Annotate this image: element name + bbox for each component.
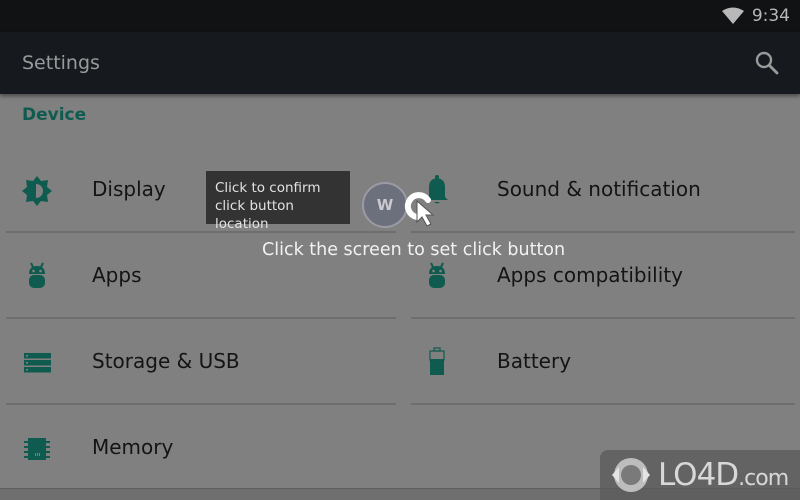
page-title: Settings xyxy=(22,52,100,74)
settings-item-label: Apps compatibility xyxy=(497,263,683,287)
search-icon[interactable] xyxy=(754,50,780,76)
lo4d-logo-icon xyxy=(612,458,650,492)
instruction-text: Click the screen to set click button xyxy=(262,240,566,260)
battery-icon xyxy=(429,347,445,375)
storage-icon xyxy=(24,353,51,373)
android-icon xyxy=(29,262,45,288)
settings-item-memory[interactable]: Memory xyxy=(0,405,396,491)
settings-item-sound-notification[interactable]: Sound & notification xyxy=(405,147,795,233)
watermark: LO4D.com xyxy=(600,450,800,500)
memory-chip-icon xyxy=(24,438,50,460)
clock: 9:34 xyxy=(751,6,790,26)
settings-item-label: Storage & USB xyxy=(92,349,240,373)
app-bar: Settings xyxy=(0,32,800,94)
confirm-tooltip: Click to confirm click button location xyxy=(206,171,350,232)
status-bar: 9:34 xyxy=(0,0,800,32)
status-indicators: 9:34 xyxy=(721,6,790,26)
brightness-icon xyxy=(22,176,52,206)
wifi-icon xyxy=(721,7,744,24)
click-cursor-icon xyxy=(404,192,435,227)
watermark-suffix: .com xyxy=(738,466,789,491)
settings-item-label: Memory xyxy=(92,435,174,459)
section-title-device: Device xyxy=(22,105,87,125)
settings-item-battery[interactable]: Battery xyxy=(405,319,795,405)
settings-item-storage-usb[interactable]: Storage & USB xyxy=(0,319,396,405)
settings-item-label: Display xyxy=(92,177,166,201)
settings-item-label: Apps xyxy=(92,263,142,287)
settings-item-label: Sound & notification xyxy=(497,177,701,201)
divider xyxy=(411,403,795,405)
watermark-brand: LO4D xyxy=(658,457,739,493)
android-icon xyxy=(429,262,445,288)
settings-item-label: Battery xyxy=(497,349,572,373)
